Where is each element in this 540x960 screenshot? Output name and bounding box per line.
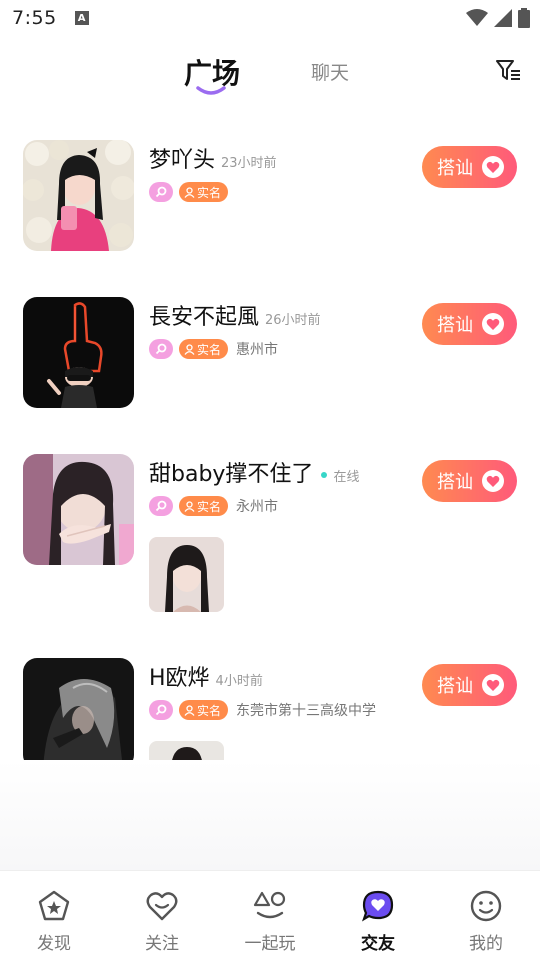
user-icon: [184, 704, 195, 716]
avatar[interactable]: [23, 658, 134, 769]
badges: 实名 惠州市: [149, 339, 278, 359]
nav-mine-label: 我的: [469, 934, 503, 954]
badges: 实名: [149, 182, 229, 202]
avatar[interactable]: [23, 140, 134, 251]
nav-play-together[interactable]: 一起玩: [216, 871, 324, 960]
verified-badge: 实名: [179, 182, 229, 202]
nav-play-together-label: 一起玩: [244, 934, 296, 954]
heart-icon: [482, 674, 504, 696]
feed-card[interactable]: 甜baby撑不住了 在线 实名 永州市 搭讪: [0, 454, 540, 614]
battery-icon: [518, 8, 530, 28]
verified-badge: 实名: [179, 339, 229, 359]
nav-follow[interactable]: 关注: [108, 871, 216, 960]
user-name-text: H欧烨: [149, 666, 210, 691]
smiley-icon: [470, 890, 502, 922]
greet-button[interactable]: 搭讪: [422, 146, 517, 188]
time-ago: 23小时前: [221, 156, 277, 171]
user-city: 永州市: [236, 499, 279, 515]
badges: 实名 东莞市第十三高级中学: [149, 700, 376, 720]
greet-button-label: 搭讪: [437, 315, 473, 336]
heart-icon: [482, 313, 504, 335]
greet-button-label: 搭讪: [437, 676, 473, 697]
user-city: 惠州市: [236, 342, 279, 358]
search-badge-icon: [149, 496, 173, 516]
feed-card[interactable]: 梦吖头 23小时前 实名 搭讪: [0, 140, 540, 260]
wifi-icon: [466, 9, 488, 26]
greet-button-label: 搭讪: [437, 472, 473, 493]
verified-badge-label: 实名: [197, 342, 222, 357]
search-badge-icon: [149, 700, 173, 720]
online-dot: [321, 472, 328, 478]
verified-badge-label: 实名: [197, 185, 222, 200]
verified-badge: 实名: [179, 496, 229, 516]
greet-button[interactable]: 搭讪: [422, 303, 517, 345]
time-ago: 4小时前: [215, 674, 263, 689]
shapes-icon: [253, 891, 286, 919]
avatar[interactable]: [23, 297, 134, 408]
top-nav: 广场 聊天: [0, 44, 540, 104]
nav-make-friends[interactable]: 交友: [324, 871, 432, 960]
tab-active-indicator: [196, 86, 226, 95]
badges: 实名 永州市: [149, 496, 278, 516]
heart-icon: [482, 156, 504, 178]
user-name-text: 長安不起風: [149, 305, 260, 330]
greet-button[interactable]: 搭讪: [422, 460, 517, 502]
bottom-nav: 发现 关注 一起玩 交友 我的: [0, 870, 540, 960]
user-name: 長安不起風 26小时前: [149, 299, 321, 331]
status-indicators: [466, 8, 530, 28]
search-badge-icon: [149, 182, 173, 202]
time-ago: 26小时前: [265, 313, 321, 328]
user-name: H欧烨 4小时前: [149, 660, 263, 692]
verified-badge-label: 实名: [197, 703, 222, 718]
nav-discover-label: 发现: [37, 934, 71, 954]
verified-badge: 实名: [179, 700, 229, 720]
user-icon: [184, 186, 195, 198]
nav-make-friends-label: 交友: [361, 934, 395, 954]
user-icon: [184, 500, 195, 512]
user-name-text: 梦吖头: [149, 148, 216, 173]
pentagon-star-icon: [38, 890, 70, 921]
heart-icon: [482, 470, 504, 492]
avatar[interactable]: [23, 454, 134, 565]
status-bar: 7:55 A: [0, 0, 540, 36]
greet-button-label: 搭讪: [437, 158, 473, 179]
user-city: 东莞市第十三高级中学: [236, 703, 377, 719]
nav-mine[interactable]: 我的: [432, 871, 540, 960]
signal-icon: [494, 9, 512, 27]
user-name-text: 甜baby撑不住了: [149, 462, 314, 487]
tab-chat[interactable]: 聊天: [311, 58, 349, 85]
post-photo[interactable]: [149, 537, 224, 612]
verified-badge-label: 实名: [197, 499, 222, 514]
heart-outline-icon: [146, 892, 178, 921]
user-name: 甜baby撑不住了 在线: [149, 456, 359, 488]
search-badge-icon: [149, 339, 173, 359]
status-time: 7:55: [12, 7, 57, 29]
nav-discover[interactable]: 发现: [0, 871, 108, 960]
chat-heart-icon: [362, 890, 394, 922]
notification-a-icon: A: [74, 11, 89, 25]
user-icon: [184, 343, 195, 355]
user-name: 梦吖头 23小时前: [149, 142, 277, 174]
online-status: 在线: [333, 470, 360, 485]
bottom-fade: [0, 760, 540, 870]
filter-icon[interactable]: [494, 56, 522, 84]
feed-card[interactable]: 長安不起風 26小时前 实名 惠州市 搭讪: [0, 297, 540, 417]
nav-follow-label: 关注: [145, 934, 179, 954]
greet-button[interactable]: 搭讪: [422, 664, 517, 706]
